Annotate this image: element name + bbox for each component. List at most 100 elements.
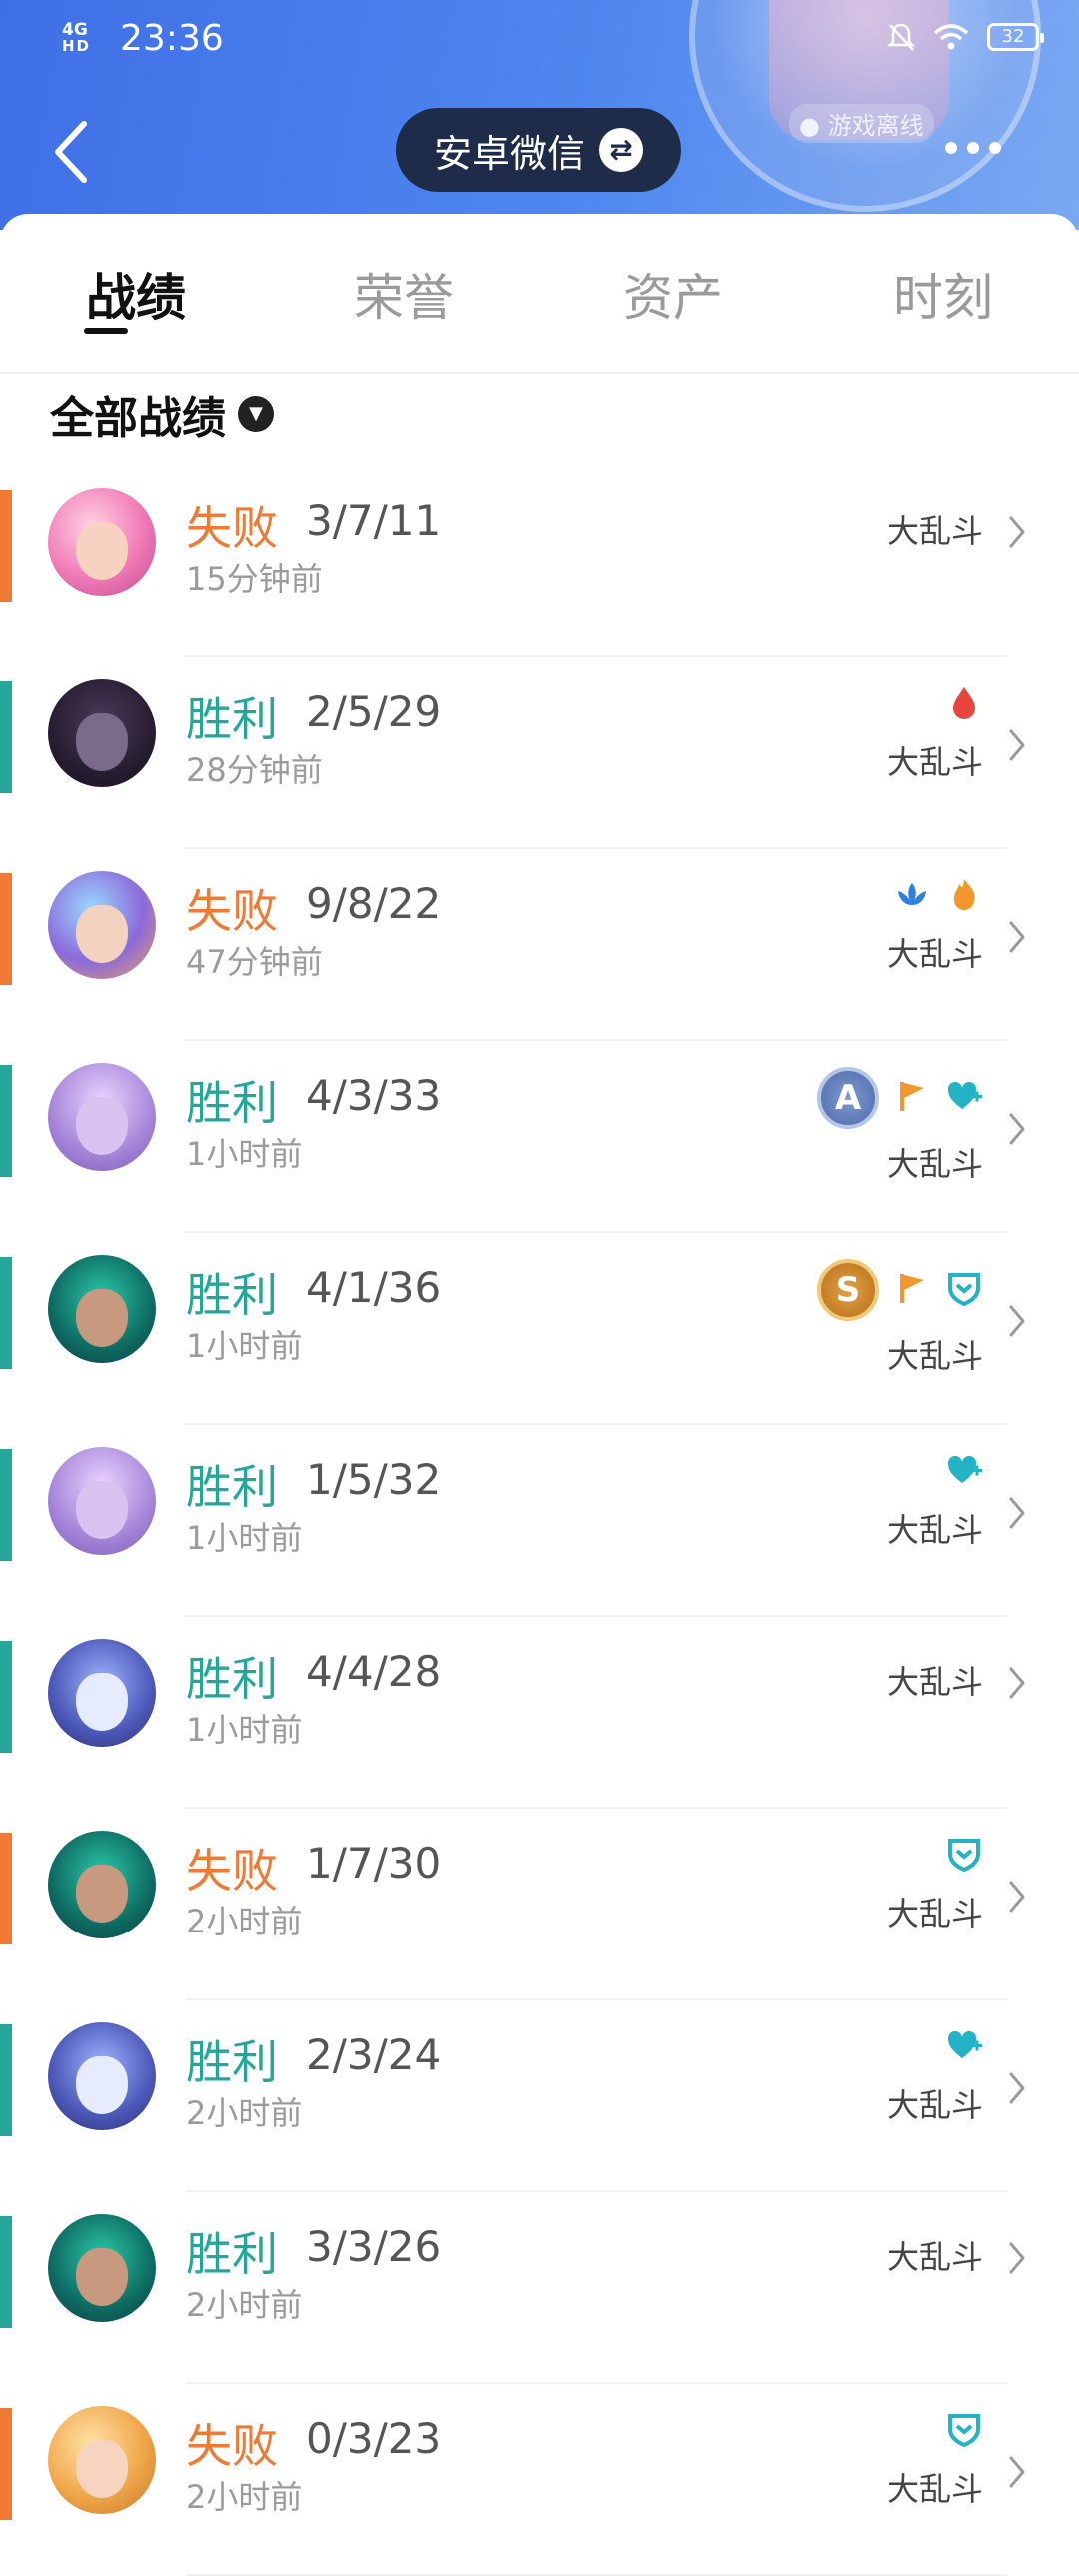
shield-icon — [945, 2410, 983, 2452]
champion-avatar — [48, 871, 156, 979]
match-row[interactable]: 失败 0/3/23 2小时前 大乱斗 — [0, 2384, 1079, 2576]
champion-avatar — [48, 2406, 156, 2514]
flag-icon — [893, 1269, 931, 1311]
flame-icon — [945, 875, 983, 917]
result-color-bar — [0, 681, 12, 793]
chevron-right-icon — [1009, 2242, 1025, 2274]
match-row[interactable]: 胜利 4/1/36 1小时前 S 大乱斗 — [0, 1233, 1079, 1425]
heart-plus-icon — [945, 2026, 983, 2068]
match-row[interactable]: 胜利 4/4/28 1小时前 大乱斗 — [0, 1617, 1079, 1809]
header: 4G HD 23:36 32 安卓微信 ⇄ ● 游戏离线 — [0, 0, 1079, 230]
tab-assets[interactable]: 资产 — [613, 258, 733, 330]
match-result: 胜利 — [186, 2227, 278, 2281]
match-kda: 4/4/28 — [306, 1647, 442, 1696]
more-options-icon[interactable] — [945, 142, 1001, 154]
match-mode: 大乱斗 — [886, 2086, 983, 2124]
chevron-right-icon — [1009, 1113, 1025, 1145]
tab-records[interactable]: 战绩 — [76, 258, 196, 330]
shield-icon — [945, 1269, 983, 1311]
match-result: 失败 — [186, 2419, 278, 2473]
match-row[interactable]: 胜利 3/3/26 2小时前 大乱斗 — [0, 2192, 1079, 2384]
match-badges: A — [817, 1067, 983, 1129]
network-sub-label: HD — [62, 37, 92, 55]
lotus-icon — [893, 875, 931, 917]
chevron-right-icon — [1009, 1497, 1025, 1529]
match-mode: 大乱斗 — [886, 2470, 983, 2508]
match-row[interactable]: 胜利 1/5/32 1小时前 大乱斗 — [0, 1425, 1079, 1617]
chevron-right-icon — [1009, 2456, 1025, 2488]
wifi-icon — [933, 24, 969, 50]
battery-icon: 32 — [987, 23, 1044, 51]
match-time: 28分钟前 — [186, 751, 323, 789]
clock: 23:36 — [120, 18, 224, 59]
status-icons: 32 — [887, 22, 1044, 52]
match-time: 47分钟前 — [186, 943, 323, 981]
tab-moments[interactable]: 时刻 — [883, 258, 1003, 330]
match-result: 胜利 — [186, 1652, 278, 1706]
match-mode: 大乱斗 — [886, 1145, 983, 1183]
records-filter-dropdown[interactable]: 全部战绩 ▼ — [50, 382, 274, 446]
champion-avatar — [48, 488, 156, 596]
match-time: 2小时前 — [186, 2478, 303, 2516]
champion-avatar — [48, 1831, 156, 1938]
match-time: 1小时前 — [186, 1519, 303, 1557]
match-row[interactable]: 失败 1/7/30 2小时前 大乱斗 — [0, 1809, 1079, 2000]
match-row[interactable]: 胜利 4/3/33 1小时前 A 大乱斗 — [0, 1041, 1079, 1233]
match-result: 失败 — [186, 884, 278, 938]
tab-bar: 战绩 荣誉 资产 时刻 — [0, 214, 1079, 374]
match-row[interactable]: 失败 9/8/22 47分钟前 大乱斗 — [0, 849, 1079, 1041]
match-time: 15分钟前 — [186, 560, 323, 598]
result-color-bar — [0, 2024, 12, 2136]
back-icon[interactable] — [48, 112, 94, 192]
match-kda: 3/7/11 — [306, 496, 442, 545]
offline-label: 游戏离线 — [827, 112, 924, 140]
tab-honor[interactable]: 荣誉 — [344, 258, 464, 330]
account-switch-button[interactable]: 安卓微信 ⇄ — [396, 108, 681, 192]
match-row[interactable]: 胜利 2/5/29 28分钟前 大乱斗 — [0, 657, 1079, 849]
chevron-right-icon — [1009, 921, 1025, 953]
network-indicator: 4G HD — [62, 22, 92, 55]
chevron-right-icon — [1009, 729, 1025, 761]
chevron-right-icon — [1009, 1667, 1025, 1699]
match-row[interactable]: 失败 3/7/11 15分钟前 大乱斗 — [0, 466, 1079, 657]
match-badges — [945, 2026, 983, 2068]
heart-plus-icon — [945, 1451, 983, 1493]
match-row[interactable]: 胜利 2/3/24 2小时前 大乱斗 — [0, 2000, 1079, 2192]
match-result: 胜利 — [186, 1076, 278, 1130]
shield-icon — [945, 1835, 983, 1877]
chevron-down-icon: ▼ — [238, 396, 274, 432]
match-time: 1小时前 — [186, 1711, 303, 1749]
match-badges: S — [817, 1259, 983, 1321]
match-mode: 大乱斗 — [886, 1895, 983, 1932]
match-mode: 大乱斗 — [886, 512, 983, 550]
heart-plus-icon — [945, 1077, 983, 1119]
match-mode: 大乱斗 — [886, 2238, 983, 2276]
match-result: 失败 — [186, 501, 278, 555]
chevron-right-icon — [1009, 1305, 1025, 1337]
result-color-bar — [0, 1065, 12, 1177]
champion-avatar — [48, 1447, 156, 1555]
filter-label: 全部战绩 — [50, 393, 226, 444]
match-mode: 大乱斗 — [886, 935, 983, 973]
match-kda: 1/5/32 — [306, 1455, 442, 1504]
match-kda: 4/3/33 — [306, 1071, 442, 1120]
match-time: 2小时前 — [186, 2094, 303, 2132]
champion-avatar — [48, 2022, 156, 2130]
result-color-bar — [0, 873, 12, 985]
match-badges — [945, 683, 983, 725]
match-result: 胜利 — [186, 1268, 278, 1322]
result-color-bar — [0, 1449, 12, 1561]
match-time: 1小时前 — [186, 1327, 303, 1365]
champion-avatar — [48, 2214, 156, 2322]
result-color-bar — [0, 1257, 12, 1369]
content-panel: 战绩 荣誉 资产 时刻 全部战绩 ▼ 失败 3/7/11 15分钟前 大乱斗 胜利 2/5… — [0, 214, 1079, 2576]
match-kda: 2/5/29 — [306, 687, 442, 736]
champion-avatar — [48, 679, 156, 787]
account-label: 安卓微信 — [433, 131, 585, 176]
blood-drop-icon — [945, 683, 983, 725]
match-badges — [945, 2410, 983, 2452]
match-kda: 3/3/26 — [306, 2222, 442, 2271]
tab-active-indicator — [84, 328, 128, 334]
match-mode: 大乱斗 — [886, 1337, 983, 1375]
match-mode: 大乱斗 — [886, 1663, 983, 1701]
